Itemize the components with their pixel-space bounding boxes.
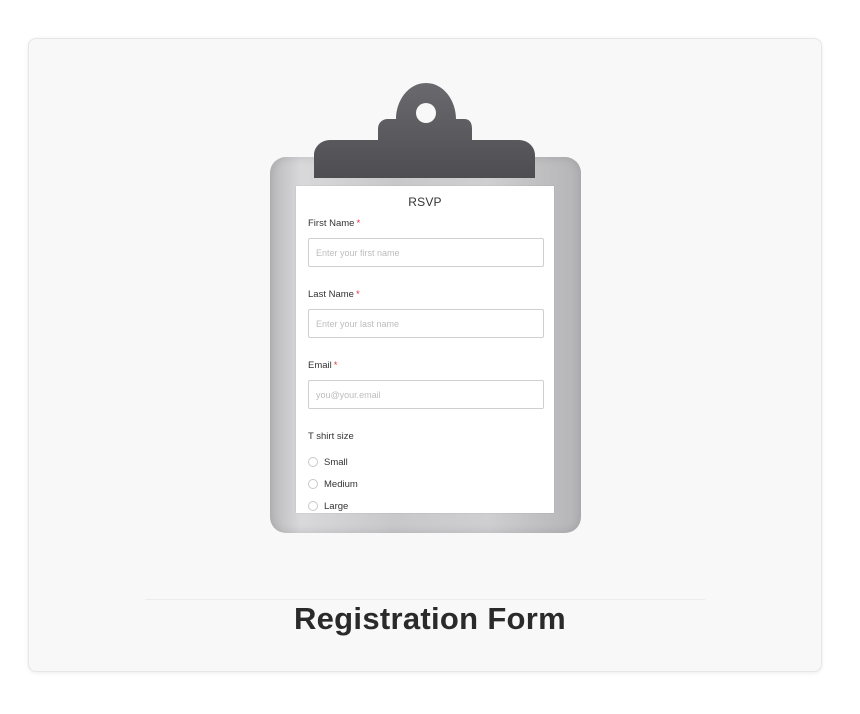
first-name-input[interactable] (308, 238, 544, 267)
first-name-label: First Name * (308, 218, 361, 229)
radio-button[interactable] (308, 479, 318, 489)
form-title: RSVP (408, 195, 442, 209)
required-marker: * (333, 360, 338, 371)
template-caption[interactable]: Registration Form (0, 601, 860, 637)
tshirt-option-large[interactable]: Large (308, 499, 348, 513)
required-marker: * (355, 289, 360, 300)
required-marker: * (356, 218, 361, 229)
radio-button[interactable] (308, 501, 318, 511)
last-name-label: Last Name * (308, 289, 360, 300)
radio-label: Large (324, 500, 349, 512)
radio-label: Medium (324, 478, 358, 490)
last-name-input[interactable] (308, 309, 544, 338)
caption-divider (145, 599, 705, 600)
radio-label: Small (324, 456, 348, 468)
tshirt-option-medium[interactable]: Medium (308, 477, 358, 491)
clipboard-clip-icon (314, 83, 535, 178)
radio-button[interactable] (308, 457, 318, 467)
form-paper: RSVP First Name* Last Name* Email* T shi… (296, 186, 554, 513)
tshirt-size-label: T shirt size (308, 431, 354, 442)
tshirt-option-small[interactable]: Small (308, 455, 348, 469)
email-input[interactable] (308, 380, 544, 409)
email-label: Email * (308, 360, 338, 371)
